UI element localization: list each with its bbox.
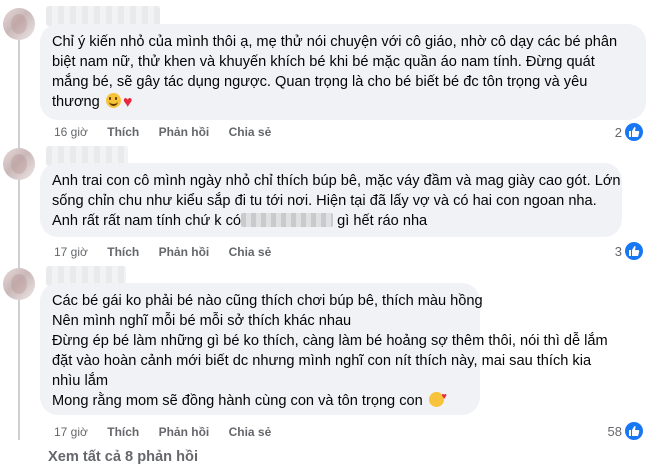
author-name-redacted <box>46 6 160 26</box>
comment-time[interactable]: 17 giờ <box>54 245 88 259</box>
comment-text-line: Mong rằng mom sẽ đồng hành cùng con và t… <box>52 393 423 409</box>
like-reaction-icon <box>625 242 643 260</box>
reaction-summary[interactable]: 2 <box>615 123 643 141</box>
like-reaction-icon <box>625 123 643 141</box>
comment-bubble: Chỉ ý kiến nhỏ của mình thôi ạ, mẹ thử n… <box>40 24 646 120</box>
comment-text: Anh trai con cô mình ngày nhỏ chỉ thích … <box>52 173 621 189</box>
comment-text: Đừng ép bé làm những gì bé ko thích, càn… <box>52 333 608 349</box>
smile-emoji-icon <box>105 93 121 108</box>
share-button[interactable]: Chia sẻ <box>229 125 272 139</box>
reply-button[interactable]: Phản hồi <box>159 425 210 439</box>
avatar[interactable] <box>3 8 35 40</box>
like-reaction-icon <box>625 422 643 440</box>
comment-bubble: Các bé gái ko phải bé nào cũng thích chơ… <box>40 283 608 415</box>
comment-text-line: thương <box>52 94 100 110</box>
comment-bubble: Anh trai con cô mình ngày nhỏ chỉ thích … <box>40 163 622 237</box>
reaction-summary[interactable]: 58 <box>608 422 643 440</box>
comment-text: mắng bé, sẽ gây tác dụng ngược. Quan trọ… <box>52 74 588 90</box>
comment-text: sống chỉn chu như kiểu sắp đi tu tới nơi… <box>52 193 597 209</box>
reaction-summary[interactable]: 3 <box>615 242 643 260</box>
comment-time[interactable]: 16 giờ <box>54 125 88 139</box>
like-button[interactable]: Thích <box>107 425 139 439</box>
comment-text: Mong rằng mom sẽ đồng hành cùng con và t… <box>52 388 468 411</box>
reaction-count: 3 <box>614 243 622 259</box>
comment-text: thương ♥ <box>52 92 634 112</box>
share-button[interactable]: Chia sẻ <box>229 425 272 439</box>
comment-actions: 17 giờ Thích Phản hồi Chia sẻ <box>54 425 287 439</box>
comment-text: Anh rất rất nam tính chứ k có gì hết ráo… <box>52 211 610 231</box>
reply-button[interactable]: Phản hồi <box>159 245 210 259</box>
reaction-count: 58 <box>607 423 622 439</box>
reaction-count: 2 <box>614 124 622 140</box>
comment-actions: 17 giờ Thích Phản hồi Chia sẻ <box>54 245 287 259</box>
comment-text: Chỉ ý kiến nhỏ của mình thôi ạ, mẹ thử n… <box>52 34 618 50</box>
comment-text: Nên mình nghĩ mỗi bé mỗi sở thích khác n… <box>52 313 352 329</box>
reply-button[interactable]: Phản hồi <box>159 125 210 139</box>
see-all-replies-link[interactable]: Xem tất cả 8 phản hồi <box>48 449 198 465</box>
redacted-text <box>241 213 334 227</box>
comment-text-line: Anh rất rất nam tính chứ k có <box>52 213 242 229</box>
like-button[interactable]: Thích <box>107 245 139 259</box>
avatar[interactable] <box>3 148 35 180</box>
heart-emoji-icon: ♥ <box>122 94 133 111</box>
comment-text: biệt nam nữ, thử khen và khuyến khích bé… <box>52 54 595 70</box>
share-button[interactable]: Chia sẻ <box>229 245 272 259</box>
comment-text: nhìu lắm <box>52 373 108 389</box>
reply-thread-line <box>18 40 20 440</box>
comment-text: Các bé gái ko phải bé nào cũng thích chơ… <box>52 293 483 309</box>
comment-actions: 16 giờ Thích Phản hồi Chia sẻ <box>54 125 287 139</box>
comment-text: đặt vào hoàn cảnh mới biết dc nhưng mình… <box>52 353 592 369</box>
smiling-face-with-hearts-icon <box>428 388 447 407</box>
like-button[interactable]: Thích <box>107 125 139 139</box>
avatar[interactable] <box>3 268 35 300</box>
comment-text-line: gì hết ráo nha <box>337 213 428 229</box>
comment-time[interactable]: 17 giờ <box>54 425 88 439</box>
